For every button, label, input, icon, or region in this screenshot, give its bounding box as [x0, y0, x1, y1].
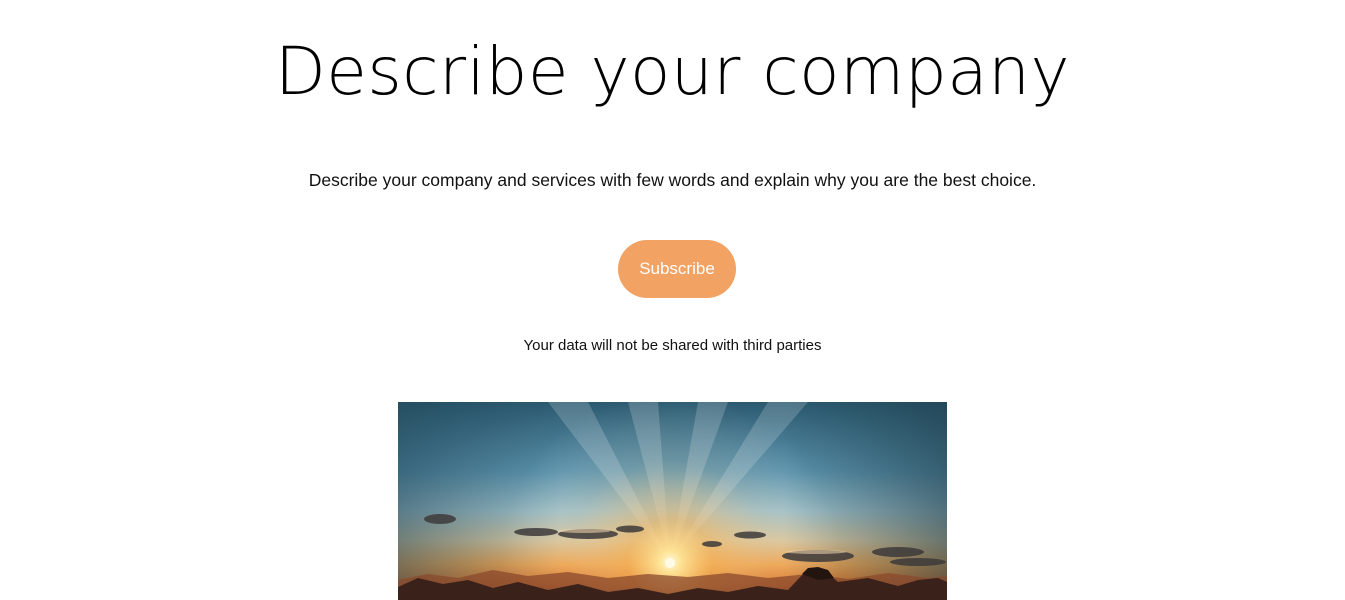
- subscribe-button[interactable]: Subscribe: [618, 240, 736, 298]
- privacy-note: Your data will not be shared with third …: [523, 337, 822, 354]
- page-title: Describe your company: [274, 33, 1071, 110]
- company-description: Describe your company and services with …: [308, 170, 1037, 190]
- page: Describe your company Describe your comp…: [0, 0, 1345, 600]
- sunset-landscape-image: [398, 402, 947, 600]
